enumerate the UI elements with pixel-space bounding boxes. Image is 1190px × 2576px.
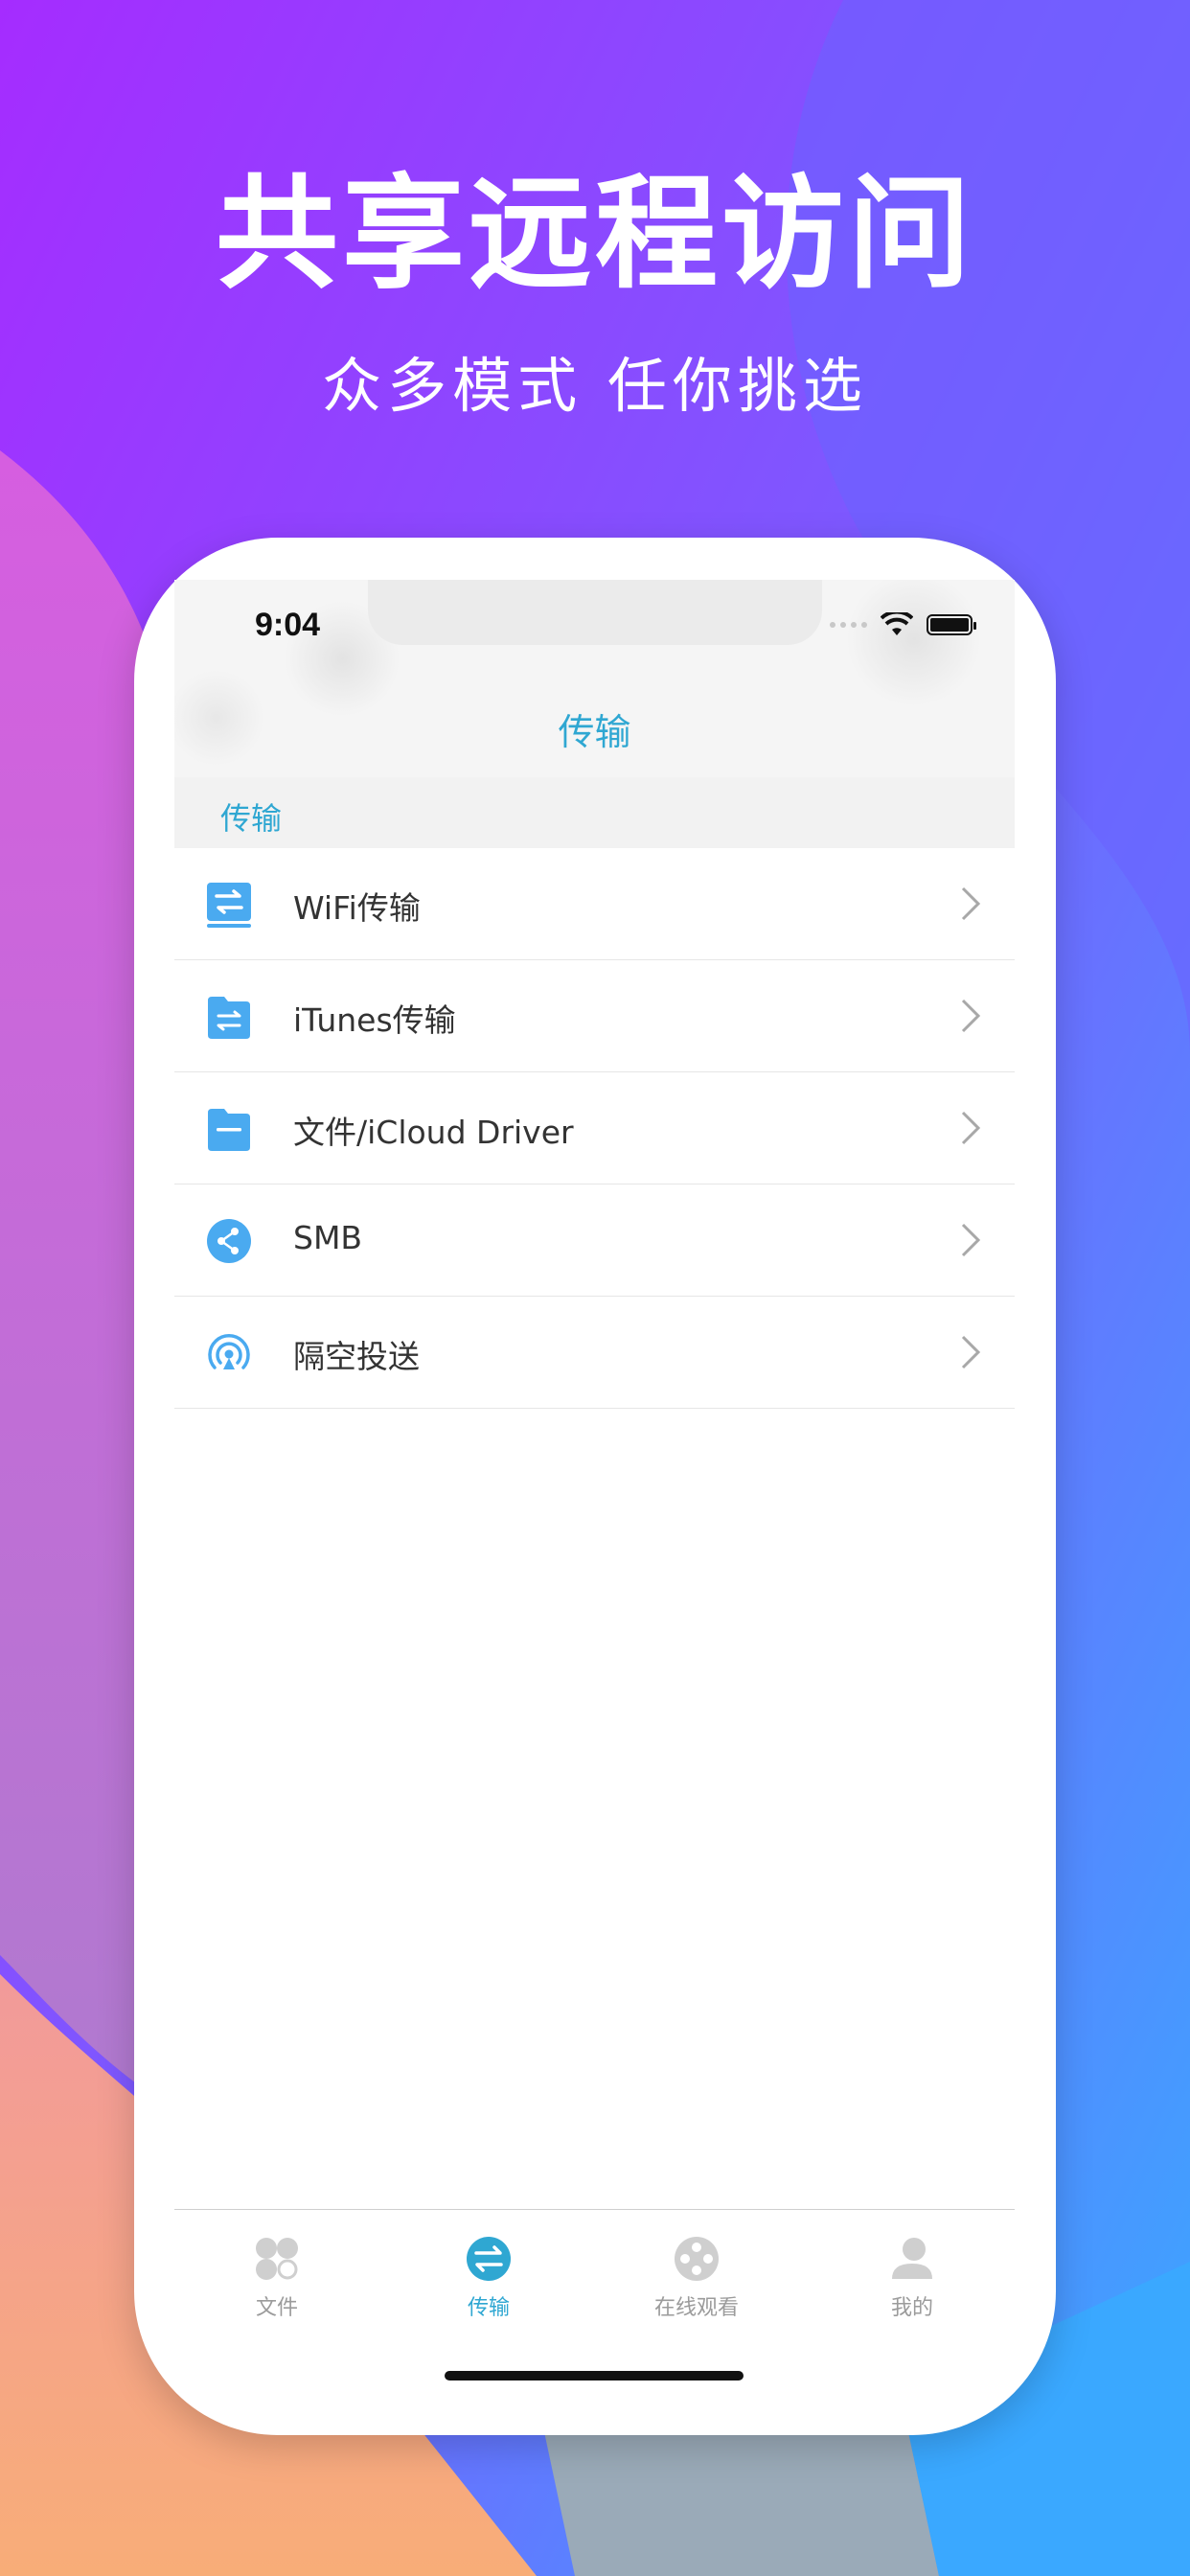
tab-transfer[interactable]: 传输 (412, 2235, 565, 2321)
tab-label: 在线观看 (653, 2296, 739, 2320)
navigation-bar: 9:04 传输 (174, 580, 1015, 778)
tab-label: 传输 (467, 2296, 510, 2320)
tab-label: 我的 (890, 2296, 933, 2320)
list-item-wifi-transfer[interactable]: WiFi传输 (174, 848, 1015, 960)
transfer-list: WiFi传输 iTunes传输 文件/iCloud Driver SMB 隔空投… (174, 848, 1015, 1409)
list-item-label: 隔空投送 (293, 1338, 420, 1375)
list-item-files-icloud[interactable]: 文件/iCloud Driver (174, 1072, 1015, 1184)
home-indicator[interactable] (445, 2371, 744, 2380)
wifi-icon (881, 612, 913, 635)
share-icon (207, 1219, 251, 1263)
itunes-transfer-icon (208, 997, 250, 1039)
chevron-right-icon (961, 999, 981, 1033)
folder-icon (208, 1109, 250, 1151)
film-reel-icon (675, 2237, 719, 2281)
status-indicators (830, 609, 976, 641)
list-item-label: 文件/iCloud Driver (293, 1114, 574, 1151)
profile-icon (892, 2238, 932, 2279)
chevron-right-icon (961, 886, 981, 921)
list-item-label: SMB (293, 1219, 363, 1256)
wifi-transfer-icon (207, 883, 251, 928)
status-time: 9:04 (255, 607, 321, 643)
tab-label: 文件 (255, 2296, 298, 2320)
tab-online-watch[interactable]: 在线观看 (620, 2235, 773, 2321)
transfer-icon (467, 2237, 511, 2281)
list-item-airdrop[interactable]: 隔空投送 (174, 1297, 1015, 1409)
promo-headline: 共享远程访问 (215, 163, 974, 306)
airdrop-icon (208, 1334, 250, 1369)
chevron-right-icon (961, 1335, 981, 1369)
tab-files[interactable]: 文件 (200, 2235, 354, 2321)
list-item-label: WiFi传输 (293, 889, 421, 927)
battery-icon (927, 614, 976, 635)
files-icon (256, 2238, 298, 2280)
device-notch (368, 580, 822, 645)
chevron-right-icon (961, 1223, 981, 1257)
section-header: 传输 (174, 777, 1015, 848)
tab-bar: 文件 传输 在线观看 我的 (174, 2209, 1015, 2391)
chevron-right-icon (961, 1111, 981, 1145)
signal-icon (830, 622, 867, 628)
list-item-itunes-transfer[interactable]: iTunes传输 (174, 960, 1015, 1072)
section-label: 传输 (220, 800, 283, 837)
page-title: 传输 (558, 711, 631, 753)
promo-subline: 众多模式 任你挑选 (322, 351, 868, 421)
app-screen: 9:04 传输 传输 WiFi传输 iTunes传输 文件/iCloud Dri… (174, 580, 1015, 2391)
tab-mine[interactable]: 我的 (835, 2235, 989, 2321)
list-item-label: iTunes传输 (293, 1001, 456, 1039)
list-item-smb[interactable]: SMB (174, 1184, 1015, 1297)
